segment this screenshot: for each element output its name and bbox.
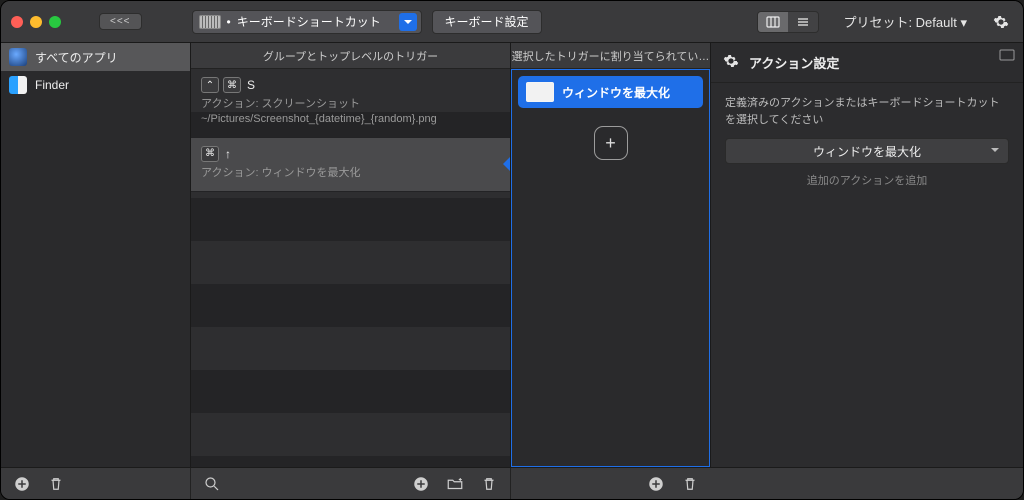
add-action-button[interactable]: + [594, 126, 628, 160]
keycap-icon: ⌘ [223, 77, 241, 93]
delete-app-button[interactable] [45, 473, 67, 495]
sidebar-item-finder[interactable]: Finder [1, 71, 190, 99]
titlebar: <<< • キーボードショートカット キーボード設定 プリセット: Defaul… [1, 1, 1023, 43]
trigger-subtitle: アクション: ウィンドウを最大化 [201, 166, 500, 181]
keyboard-settings-button[interactable]: キーボード設定 [432, 10, 542, 34]
key-letter: ↑ [225, 147, 231, 161]
panel-hint: 定義済みのアクションまたはキーボードショートカットを選択してください [725, 95, 1009, 128]
new-group-button[interactable] [444, 473, 466, 495]
dropdown-caret-icon [399, 13, 417, 31]
triggers-column: グループとトップレベルのトリガー ⌃ ⌘ S アクション: スクリーンショット … [191, 43, 511, 467]
key-letter: S [247, 78, 255, 92]
keycap-icon: ⌃ [201, 77, 219, 93]
columns-view-icon[interactable] [758, 12, 788, 32]
dropdown-label: キーボードショートカット [237, 13, 393, 30]
chevron-down-icon [990, 144, 1000, 158]
add-trigger-footer-button[interactable] [410, 473, 432, 495]
sidebar-item-label: すべてのアプリ [35, 49, 118, 66]
body: すべてのアプリ Finder グループとトップレベルのトリガー ⌃ ⌘ S アク… [1, 43, 1023, 467]
preset-menu[interactable]: プリセット: Default ▾ [843, 12, 967, 31]
list-view-icon[interactable] [788, 12, 818, 32]
keyboard-icon [199, 15, 221, 29]
trigger-subtitle: アクション: スクリーンショット ~/Pictures/Screenshot_{… [201, 97, 500, 127]
preset-label: プリセット: Default ▾ [843, 12, 967, 31]
panel-body: 定義済みのアクションまたはキーボードショートカットを選択してください ウィンドウ… [711, 83, 1023, 200]
assigned-actions-list: ウィンドウを最大化 + [511, 69, 710, 467]
trigger-type-dropdown[interactable]: • キーボードショートカット [192, 10, 422, 34]
action-select[interactable]: ウィンドウを最大化 [725, 138, 1009, 164]
footer [1, 467, 1023, 499]
trigger-row-selected[interactable]: ⌘ ↑ アクション: ウィンドウを最大化 [191, 138, 510, 192]
sidebar-item-all-apps[interactable]: すべてのアプリ [1, 43, 190, 71]
add-action-footer-button[interactable] [645, 473, 667, 495]
delete-action-button[interactable] [679, 473, 701, 495]
sidebar-item-label: Finder [35, 78, 69, 92]
action-settings-panel: アクション設定 定義済みのアクションまたはキーボードショートカットを選択してくだ… [711, 43, 1023, 467]
expand-panel-icon[interactable] [999, 49, 1015, 64]
window-thumb-icon [526, 82, 554, 102]
trigger-row[interactable]: ⌃ ⌘ S アクション: スクリーンショット ~/Pictures/Screen… [191, 69, 510, 138]
settings-gear-button[interactable] [989, 14, 1013, 30]
panel-header: アクション設定 [711, 43, 1023, 83]
keycap-icon: ⌘ [201, 146, 219, 162]
globe-icon [9, 48, 27, 66]
zoom-window-button[interactable] [49, 16, 61, 28]
app-window: <<< • キーボードショートカット キーボード設定 プリセット: Defaul… [0, 0, 1024, 500]
finder-icon [9, 76, 27, 94]
back-button[interactable]: <<< [99, 13, 142, 30]
search-button[interactable] [201, 473, 223, 495]
window-controls [11, 16, 61, 28]
add-app-button[interactable] [11, 473, 33, 495]
action-chip[interactable]: ウィンドウを最大化 [518, 76, 703, 108]
action-select-value: ウィンドウを最大化 [813, 143, 921, 160]
assigned-actions-column: 選択したトリガーに割り当てられてい… ウィンドウを最大化 + [511, 43, 711, 467]
close-window-button[interactable] [11, 16, 23, 28]
add-additional-action-link[interactable]: 追加のアクションを追加 [725, 172, 1009, 188]
add-trigger-button[interactable]: + [334, 210, 368, 244]
triggers-header: グループとトップレベルのトリガー [191, 43, 510, 69]
apps-sidebar: すべてのアプリ Finder [1, 43, 191, 467]
minimize-window-button[interactable] [30, 16, 42, 28]
delete-trigger-button[interactable] [478, 473, 500, 495]
gear-icon [993, 14, 1009, 30]
gear-icon [723, 53, 739, 72]
assigned-actions-header: 選択したトリガーに割り当てられてい… [511, 43, 710, 69]
panel-title: アクション設定 [749, 53, 839, 72]
action-chip-label: ウィンドウを最大化 [562, 84, 670, 101]
view-mode-toggle[interactable] [757, 11, 819, 33]
dropdown-bullet: • [227, 15, 231, 29]
triggers-list: ⌃ ⌘ S アクション: スクリーンショット ~/Pictures/Screen… [191, 69, 510, 467]
